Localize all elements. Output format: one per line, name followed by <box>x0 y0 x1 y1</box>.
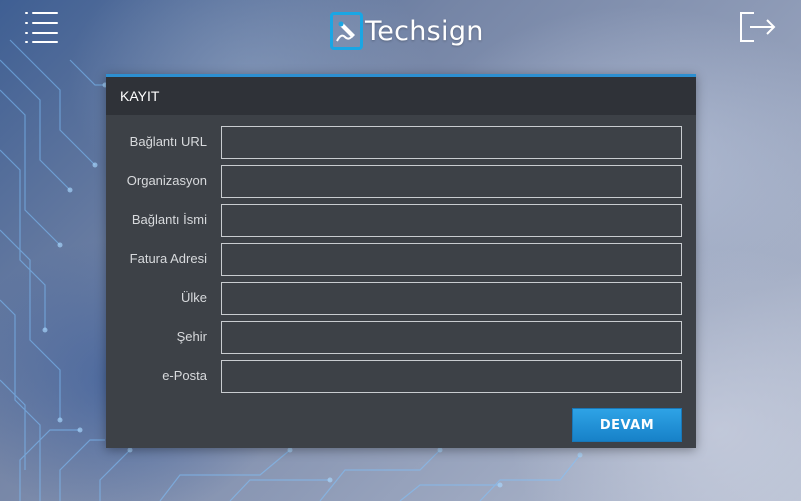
billing-address-label: Fatura Adresi <box>129 251 207 266</box>
hamburger-menu-icon[interactable] <box>25 12 59 43</box>
registration-panel: KAYIT Bağlantı URL Organizasyon Bağlantı… <box>106 74 696 448</box>
billing-address-input[interactable] <box>221 243 682 276</box>
continue-button[interactable]: DEVAM <box>572 408 682 442</box>
logo-text: Techsign <box>365 15 484 47</box>
form-row-billing-address: Fatura Adresi <box>106 243 696 277</box>
panel-title: KAYIT <box>106 77 696 115</box>
logout-icon[interactable] <box>738 10 778 44</box>
country-label: Ülke <box>180 290 207 305</box>
connection-name-input[interactable] <box>221 204 682 237</box>
email-input[interactable] <box>221 360 682 393</box>
form-row-email: e-Posta <box>106 360 696 394</box>
country-input[interactable] <box>221 282 682 315</box>
city-label: Şehir <box>176 329 207 344</box>
organization-label: Organizasyon <box>126 173 207 188</box>
connection-name-label: Bağlantı İsmi <box>131 212 207 227</box>
form-row-organization: Organizasyon <box>106 165 696 199</box>
form-row-connection-url: Bağlantı URL <box>106 126 696 160</box>
form-row-city: Şehir <box>106 321 696 355</box>
city-input[interactable] <box>221 321 682 354</box>
form-row-country: Ülke <box>106 282 696 316</box>
app-logo: Techsign <box>330 11 484 51</box>
pen-signature-icon <box>330 12 363 50</box>
connection-url-input[interactable] <box>221 126 682 159</box>
email-label: e-Posta <box>162 368 207 383</box>
connection-url-label: Bağlantı URL <box>129 134 207 149</box>
form-row-connection-name: Bağlantı İsmi <box>106 204 696 238</box>
organization-input[interactable] <box>221 165 682 198</box>
